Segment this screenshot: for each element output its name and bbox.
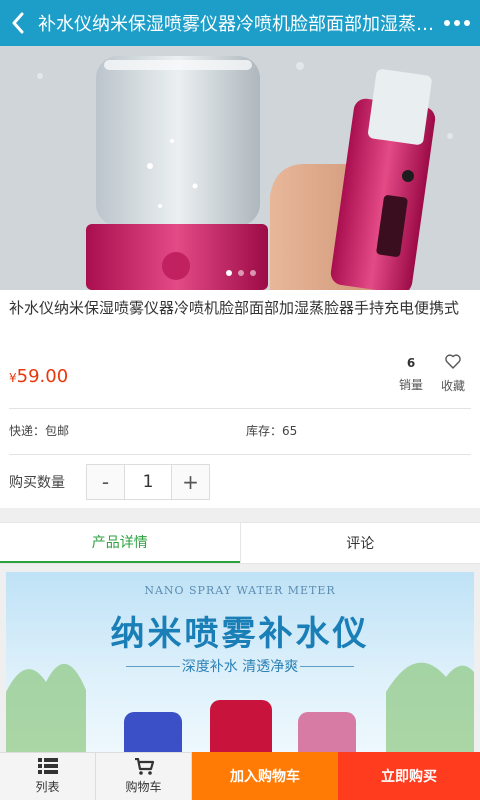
product-photo	[0, 46, 480, 290]
cart-button[interactable]: 购物车	[96, 752, 192, 800]
tab-reviews[interactable]: 评论	[239, 523, 480, 563]
top-bar: 补水仪纳米保湿喷雾仪器冷喷机脸部面部加湿蒸脸器手持充电便携式	[0, 0, 480, 46]
shipping-info: 快递：包邮	[9, 424, 70, 438]
carousel-indicator	[226, 270, 256, 276]
banner-rule-right	[300, 666, 354, 667]
detail-tabs: 产品详情 评论	[0, 522, 480, 564]
more-button[interactable]	[434, 0, 480, 46]
cart-label: 购物车	[125, 780, 162, 794]
add-to-cart-button[interactable]: 加入购物车	[192, 752, 338, 800]
product-info-panel: 补水仪纳米保湿喷雾仪器冷喷机脸部面部加湿蒸脸器手持充电便携式 ¥59.00 6 …	[0, 290, 480, 508]
favorite-button[interactable]: 收藏	[436, 354, 470, 394]
product-image-carousel[interactable]	[0, 46, 480, 290]
quantity-input[interactable]: 1	[124, 465, 172, 499]
divider	[9, 408, 471, 409]
product-name: 补水仪纳米保湿喷雾仪器冷喷机脸部面部加湿蒸脸器手持充电便携式	[9, 299, 460, 317]
buy-now-button[interactable]: 立即购买	[338, 752, 480, 800]
list-button[interactable]: 列表	[0, 752, 96, 800]
page-title: 补水仪纳米保湿喷雾仪器冷喷机脸部面部加湿蒸脸器手持充电便携式	[38, 14, 434, 35]
carousel-dot	[250, 270, 256, 276]
price-value: 59.00	[16, 366, 69, 387]
bottom-action-bar: 列表 购物车 加入购物车 立即购买	[0, 752, 480, 800]
shopping-cart-icon	[134, 758, 154, 775]
more-dots-icon	[444, 20, 450, 26]
banner-subtitle: 深度补水 清透净爽	[181, 659, 299, 675]
chevron-left-icon	[12, 12, 24, 34]
banner-title: 纳米喷雾补水仪	[110, 614, 370, 654]
heart-icon	[445, 354, 461, 369]
banner-english-title: NANO SPRAY WATER METER	[144, 584, 336, 597]
stock-info: 库存：65	[246, 424, 298, 438]
product-price: ¥59.00	[9, 366, 68, 387]
carousel-dot	[238, 270, 244, 276]
divider	[9, 454, 471, 455]
carousel-dot	[226, 270, 232, 276]
sales-number: 6	[406, 356, 416, 370]
quantity-label: 购买数量	[9, 475, 65, 491]
increase-button[interactable]: +	[172, 465, 209, 499]
quantity-stepper: - 1 +	[86, 464, 210, 500]
list-icon	[37, 758, 58, 774]
favorite-label: 收藏	[440, 379, 465, 393]
tab-product-details[interactable]: 产品详情	[0, 523, 240, 563]
back-button[interactable]	[0, 0, 36, 46]
detail-banner-image: NANO SPRAY WATER METER 纳米喷雾补水仪 深度补水 清透净爽	[6, 572, 474, 752]
sales-count: 6 销量	[394, 356, 428, 393]
decrease-button[interactable]: -	[87, 465, 124, 499]
list-label: 列表	[35, 780, 60, 794]
sales-label: 销量	[398, 378, 423, 392]
currency-symbol: ¥	[9, 371, 17, 385]
